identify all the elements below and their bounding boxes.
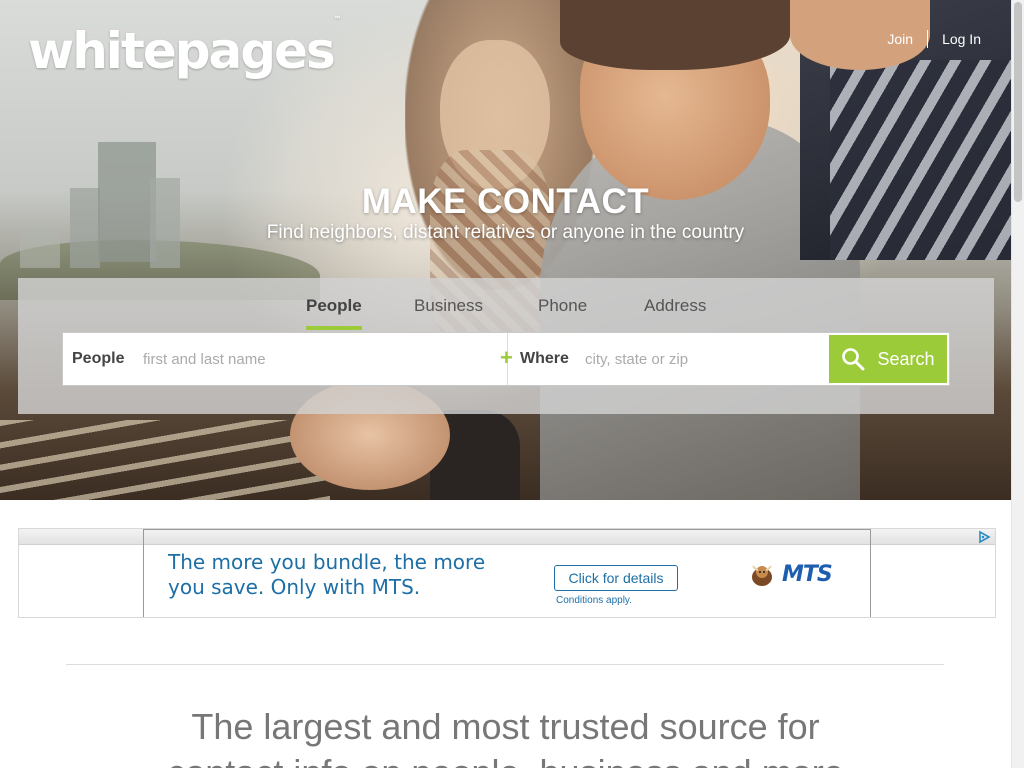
search-icon xyxy=(842,348,865,371)
section-divider xyxy=(66,664,944,665)
hero-banner: whitepages™ Join Log In MAKE CONTACT Fin… xyxy=(0,0,1011,500)
name-input[interactable] xyxy=(143,343,483,375)
hero-photo-light-glare xyxy=(0,420,330,500)
search-bar: People + Where Search xyxy=(62,332,950,386)
whitepages-logo[interactable]: whitepages™ xyxy=(28,15,342,80)
tab-business[interactable]: Business xyxy=(414,296,483,326)
top-nav: Join Log In xyxy=(887,30,981,48)
ad-conditions: Conditions apply. xyxy=(556,595,632,606)
search-button[interactable]: Search xyxy=(829,335,947,383)
tagline-line-2: contact info on people, business and mor… xyxy=(0,750,1011,768)
trademark-symbol: ™ xyxy=(333,15,342,25)
tagline-line-1: The largest and most trusted source for xyxy=(191,706,820,747)
where-field-label: Where xyxy=(520,350,569,367)
ad-creative[interactable]: The more you bundle, the more you save. … xyxy=(143,529,871,617)
tab-address[interactable]: Address xyxy=(644,296,706,326)
mts-logo: MTS xyxy=(748,560,833,588)
ad-message: The more you bundle, the more you save. … xyxy=(168,550,486,599)
tab-people[interactable]: People xyxy=(306,296,362,330)
scrollbar-thumb[interactable] xyxy=(1014,2,1022,202)
adchoices-icon[interactable] xyxy=(977,530,991,544)
bull-mascot-icon xyxy=(752,565,772,586)
search-panel: People Business Phone Address People + W… xyxy=(18,278,994,414)
search-tabs: People Business Phone Address xyxy=(18,296,994,332)
ad-details-button[interactable]: Click for details xyxy=(554,565,678,591)
hero-headline: MAKE CONTACT xyxy=(361,182,650,221)
login-link[interactable]: Log In xyxy=(942,31,981,47)
hero-subheadline: Find neighbors, distant relatives or any… xyxy=(266,222,745,243)
tab-phone[interactable]: Phone xyxy=(538,296,587,326)
ad-banner[interactable]: The more you bundle, the more you save. … xyxy=(18,528,996,618)
people-field-label: People xyxy=(72,350,125,367)
logo-text: whitepages xyxy=(28,22,336,80)
mts-wordmark: MTS xyxy=(782,561,833,587)
plus-icon: + xyxy=(500,345,513,370)
nav-separator xyxy=(927,30,929,48)
location-input[interactable] xyxy=(585,343,821,375)
join-link[interactable]: Join xyxy=(887,31,913,47)
hero-photo-man-hair xyxy=(560,0,790,70)
search-button-label: Search xyxy=(877,348,935,369)
page-scrollbar[interactable] xyxy=(1011,0,1024,768)
